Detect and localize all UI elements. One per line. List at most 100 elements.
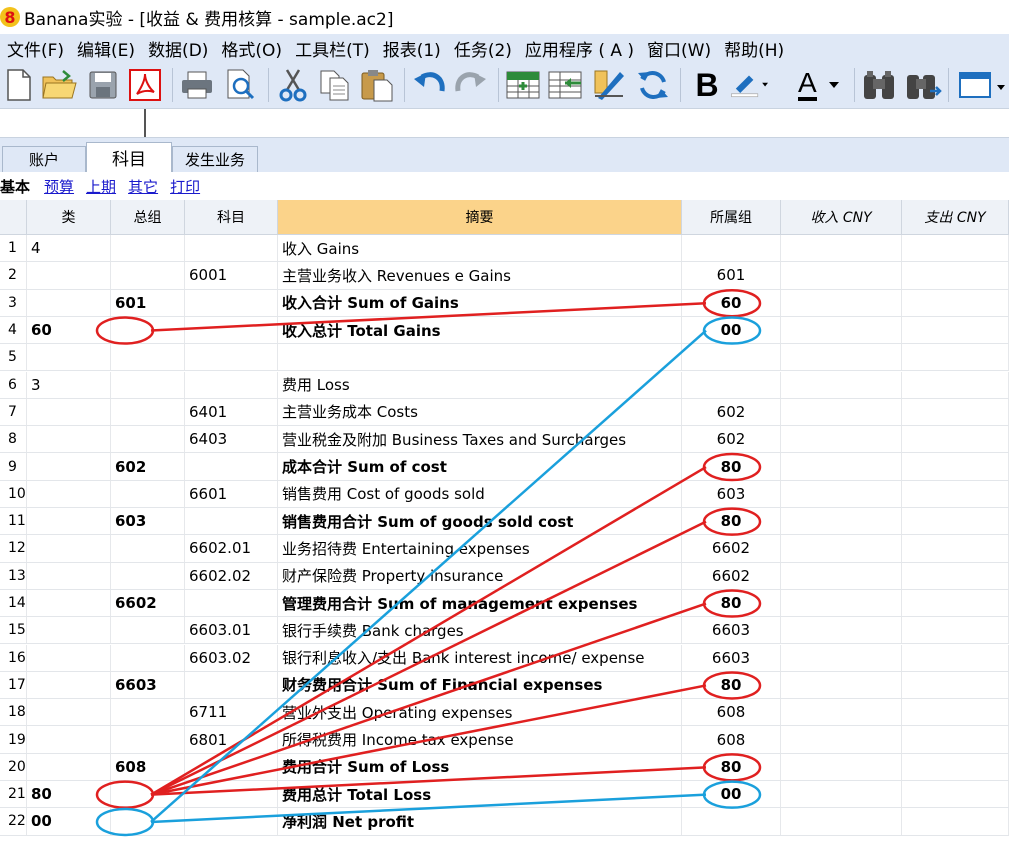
view-previous[interactable]: 上期 [86, 176, 116, 197]
cell-class[interactable] [27, 699, 111, 726]
cell-category[interactable] [185, 753, 278, 780]
refresh-icon[interactable] [634, 66, 672, 104]
cell-income[interactable] [781, 535, 902, 562]
cell-group[interactable]: 602 [111, 453, 185, 480]
cell-income[interactable] [781, 617, 902, 644]
cell-category[interactable] [185, 371, 278, 398]
cell-group[interactable] [111, 781, 185, 808]
table-row[interactable]: 14 6602 管理费用合计 Sum of management expenses 8… [0, 589, 1009, 618]
highlight-icon[interactable] [730, 66, 768, 104]
delete-row-icon[interactable] [546, 66, 584, 104]
cell-category[interactable]: 6601 [185, 480, 278, 507]
print-preview-icon[interactable] [222, 66, 260, 104]
table-row[interactable]: 17 6603 财务费用合计 Sum of Financial expenses 80 [0, 671, 1009, 700]
cell-category[interactable] [185, 316, 278, 344]
menu-item[interactable]: 文件(F) [0, 36, 70, 61]
cell-belongs-to[interactable] [682, 808, 781, 835]
table-row[interactable]: 22 00 净利润 Net profit [0, 808, 1009, 836]
cell-description[interactable]: 银行手续费 Bank charges [278, 617, 682, 644]
cell-category[interactable] [185, 235, 278, 262]
cell-income[interactable] [781, 344, 902, 371]
edit-pencil-icon[interactable] [590, 66, 628, 104]
menu-item[interactable]: 报表(1) [376, 36, 447, 61]
menu-item[interactable]: 窗口(W) [640, 36, 717, 61]
cell-expense[interactable] [902, 699, 1009, 726]
cell-category[interactable] [185, 508, 278, 535]
find-icon[interactable] [860, 66, 898, 104]
cell-belongs-to[interactable]: 80 [682, 453, 781, 480]
table-row[interactable]: 4 60 收入总计 Total Gains 00 [0, 316, 1009, 345]
cell-group[interactable]: 603 [111, 508, 185, 535]
cell-expense[interactable] [902, 289, 1009, 316]
cell-expense[interactable] [902, 726, 1009, 753]
cell-belongs-to[interactable]: 6603 [682, 644, 781, 671]
insert-row-icon[interactable] [504, 66, 542, 104]
cell-description[interactable]: 主营业务成本 Costs [278, 398, 682, 426]
menu-item[interactable]: 工具栏(T) [288, 36, 376, 61]
cell-income[interactable] [781, 808, 902, 835]
cell-category[interactable]: 6603.01 [185, 617, 278, 644]
cell-group[interactable] [111, 535, 185, 562]
view-budget[interactable]: 预算 [44, 176, 74, 197]
cell-group[interactable]: 608 [111, 753, 185, 780]
cell-group[interactable] [111, 316, 185, 344]
table-row[interactable]: 7 6401 主营业务成本 Costs 602 [0, 398, 1009, 427]
cell-income[interactable] [781, 235, 902, 262]
cell-income[interactable] [781, 316, 902, 344]
cell-belongs-to[interactable] [682, 371, 781, 398]
table-row[interactable]: 8 6403 营业税金及附加 Business Taxes and Surcharg… [0, 426, 1009, 454]
cell-description[interactable]: 成本合计 Sum of cost [278, 453, 682, 480]
column-header-description[interactable]: 摘要 [278, 200, 682, 235]
bold-icon[interactable]: B [688, 66, 726, 104]
table-row[interactable]: 5 [0, 344, 1009, 372]
cell-class[interactable] [27, 289, 111, 316]
cell-category[interactable] [185, 808, 278, 835]
cell-income[interactable] [781, 371, 902, 398]
cell-expense[interactable] [902, 453, 1009, 480]
cell-expense[interactable] [902, 371, 1009, 398]
undo-icon[interactable] [410, 66, 448, 104]
copy-icon[interactable] [316, 66, 354, 104]
cell-expense[interactable] [902, 781, 1009, 808]
cell-belongs-to[interactable]: 80 [682, 589, 781, 617]
cell-class[interactable]: 00 [27, 808, 111, 835]
font-color-icon[interactable]: A [790, 66, 842, 104]
paste-icon[interactable] [358, 66, 396, 104]
redo-icon[interactable] [452, 66, 490, 104]
cell-expense[interactable] [902, 398, 1009, 426]
tab-accounts[interactable]: 账户 [2, 146, 86, 172]
cell-description[interactable]: 费用总计 Total Loss [278, 781, 682, 808]
table-row[interactable]: 10 6601 销售费用 Cost of goods sold 603 [0, 480, 1009, 508]
cell-expense[interactable] [902, 535, 1009, 562]
cell-expense[interactable] [902, 644, 1009, 671]
cell-belongs-to[interactable]: 6603 [682, 617, 781, 644]
cell-description[interactable]: 银行利息收入/支出 Bank interest income/ expense [278, 644, 682, 671]
cell-reference-box[interactable] [0, 109, 146, 137]
cell-expense[interactable] [902, 426, 1009, 453]
cell-description[interactable]: 业务招待费 Entertaining expenses [278, 535, 682, 562]
cell-class[interactable] [27, 508, 111, 535]
cell-group[interactable] [111, 344, 185, 371]
cell-group[interactable] [111, 371, 185, 398]
new-file-icon[interactable] [0, 66, 38, 104]
cell-belongs-to[interactable] [682, 344, 781, 371]
menu-item[interactable]: 帮助(H) [717, 36, 790, 61]
cell-description[interactable]: 收入 Gains [278, 235, 682, 262]
menu-item[interactable]: 应用程序 ( A ) [518, 36, 640, 61]
cell-category[interactable] [185, 781, 278, 808]
cell-group[interactable] [111, 617, 185, 644]
cell-description[interactable]: 管理费用合计 Sum of management expenses [278, 589, 682, 617]
cell-income[interactable] [781, 398, 902, 426]
cell-class[interactable]: 60 [27, 316, 111, 344]
cell-group[interactable] [111, 808, 185, 835]
cell-expense[interactable] [902, 671, 1009, 699]
cell-class[interactable] [27, 753, 111, 780]
cell-income[interactable] [781, 753, 902, 780]
cell-class[interactable]: 3 [27, 371, 111, 398]
cell-description[interactable]: 主营业务收入 Revenues e Gains [278, 262, 682, 289]
cell-class[interactable] [27, 671, 111, 699]
cell-group[interactable] [111, 726, 185, 753]
cell-income[interactable] [781, 699, 902, 726]
view-other[interactable]: 其它 [128, 176, 158, 197]
cell-class[interactable] [27, 453, 111, 480]
